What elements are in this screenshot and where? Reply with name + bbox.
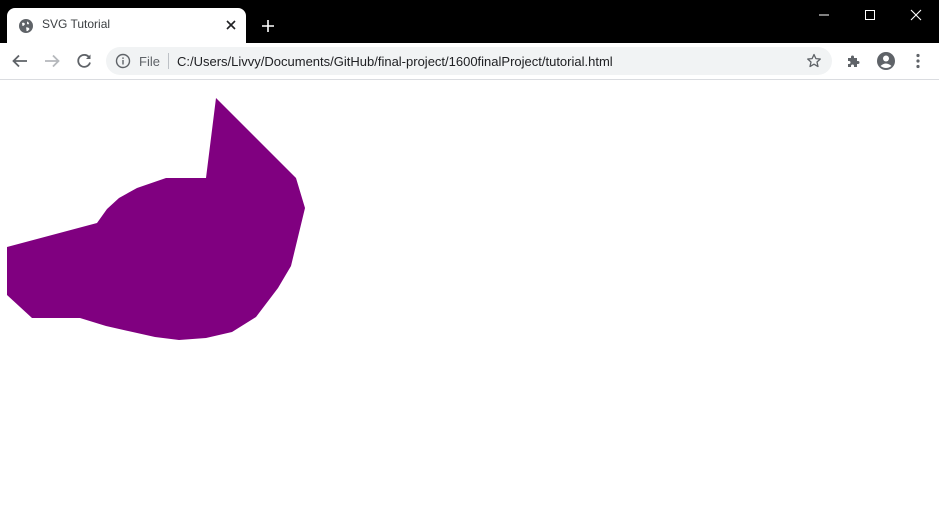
browser-window: SVG Tutorial File C:/Users/Livvy/Documen…	[0, 0, 939, 520]
forward-arrow-icon[interactable]	[39, 48, 65, 74]
active-tab[interactable]: SVG Tutorial	[7, 8, 246, 43]
window-close-icon[interactable]	[893, 0, 939, 30]
address-bar[interactable]: File C:/Users/Livvy/Documents/GitHub/fin…	[106, 47, 832, 75]
page-viewport	[0, 80, 939, 520]
browser-toolbar: File C:/Users/Livvy/Documents/GitHub/fin…	[0, 43, 939, 80]
extensions-puzzle-icon[interactable]	[844, 51, 864, 71]
maximize-icon[interactable]	[847, 0, 893, 30]
purple-fox-shape	[7, 98, 305, 340]
address-separator	[168, 53, 169, 69]
globe-icon	[19, 19, 33, 33]
minimize-icon[interactable]	[801, 0, 847, 30]
tab-title: SVG Tutorial	[42, 17, 111, 31]
tab-close-icon[interactable]	[223, 17, 239, 33]
kebab-menu-icon[interactable]	[908, 51, 928, 71]
svg-canvas	[7, 98, 305, 340]
profile-avatar-icon[interactable]	[876, 51, 896, 71]
info-icon[interactable]	[115, 53, 131, 69]
tab-strip: SVG Tutorial	[0, 0, 939, 43]
url-text[interactable]: C:/Users/Livvy/Documents/GitHub/final-pr…	[177, 54, 613, 69]
back-arrow-icon[interactable]	[7, 48, 33, 74]
scheme-label: File	[139, 54, 160, 69]
reload-icon[interactable]	[71, 48, 97, 74]
bookmark-star-icon[interactable]	[806, 53, 822, 69]
new-tab-icon[interactable]	[258, 16, 278, 36]
